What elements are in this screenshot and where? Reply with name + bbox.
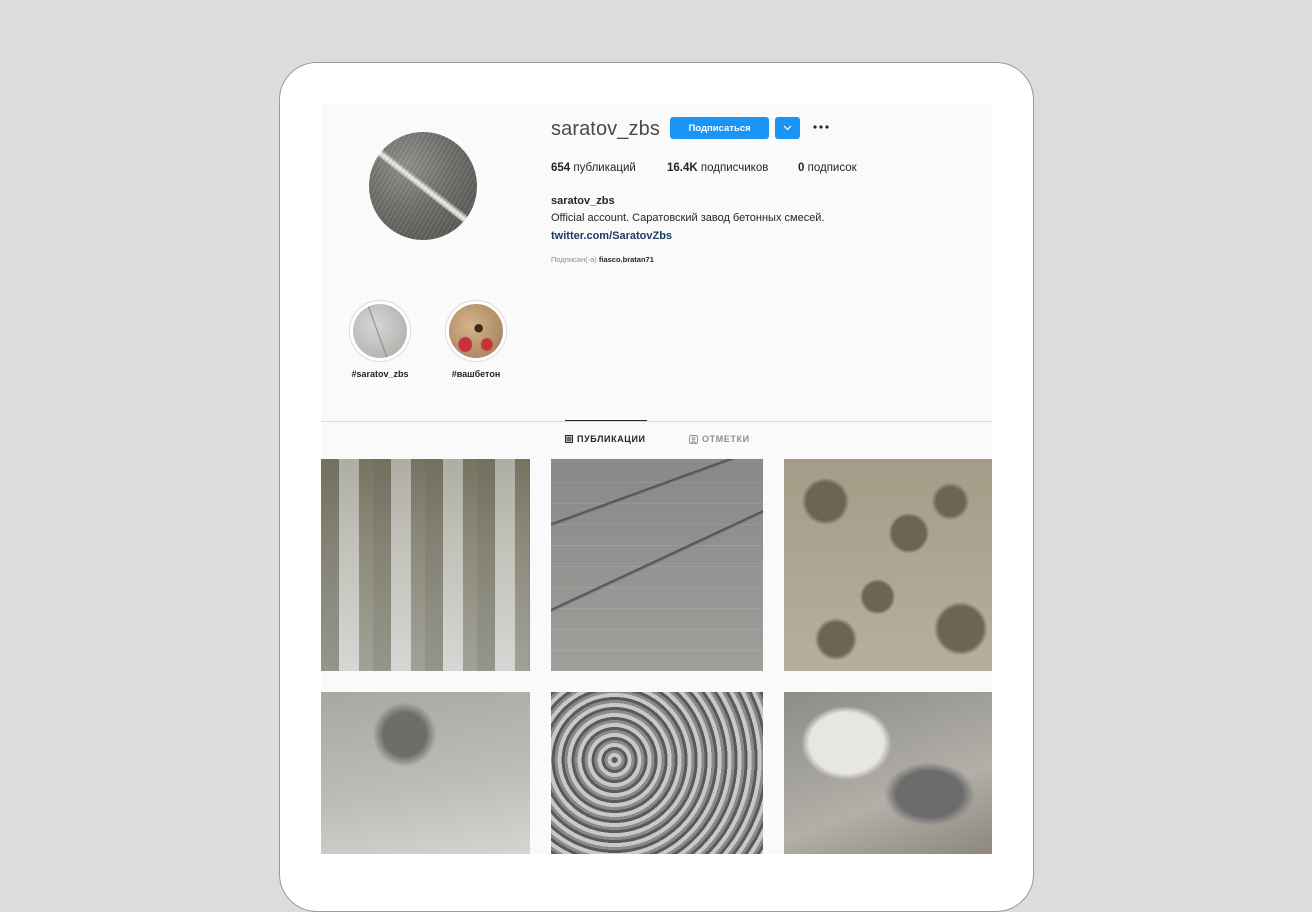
active-tab-indicator [565,420,647,421]
posts-count: 654 [551,162,571,174]
bio-name: saratov_zbs [551,195,615,207]
followed-by-prefix: Подписан(-а) [551,255,597,264]
highlight-label: #вашбетон [451,369,501,379]
bio-text: Official account. Саратовский завод бето… [551,212,825,224]
chevron-down-icon [783,125,792,131]
post-thumbnail[interactable] [784,692,992,854]
more-options-icon [813,125,829,129]
followers-stat[interactable]: 16.4K подписчиков [667,162,768,174]
profile-avatar[interactable] [369,132,477,240]
follow-button[interactable]: Подписаться [670,117,769,139]
tab-posts[interactable]: ПУБЛИКАЦИИ [565,434,646,444]
followed-by-user[interactable]: fiasco.bratan71 [599,255,654,264]
more-options-button[interactable] [812,118,830,136]
highlight-cover [353,304,407,358]
following-count: 0 [798,162,805,174]
profile-screen: saratov_zbs Подписаться 654 публикаций 1… [321,104,992,854]
suggestions-dropdown-button[interactable] [775,117,800,139]
tagged-icon [689,434,698,444]
followers-label: подписчиков [700,162,769,174]
grid-icon [565,435,573,443]
highlight-item[interactable]: #вашбетон [445,300,507,379]
tab-posts-label: ПУБЛИКАЦИИ [577,434,646,444]
bio-link[interactable]: twitter.com/SaratovZbs [551,230,672,242]
highlight-ring [349,300,411,362]
post-thumbnail[interactable] [321,692,530,854]
posts-stat[interactable]: 654 публикаций [551,162,636,174]
posts-label: публикаций [573,162,636,174]
post-thumbnail[interactable] [784,459,992,671]
highlight-label: #saratov_zbs [351,369,409,379]
tab-tagged-label: ОТМЕТКИ [702,434,750,444]
following-stat[interactable]: 0 подписок [798,162,857,174]
tab-tagged[interactable]: ОТМЕТКИ [689,434,750,444]
highlight-item[interactable]: #saratov_zbs [349,300,411,379]
post-thumbnail[interactable] [551,692,763,854]
following-label: подписок [807,162,857,174]
highlight-ring [445,300,507,362]
highlight-cover [449,304,503,358]
followers-count: 16.4K [667,162,698,174]
followed-by: Подписан(-а) fiasco.bratan71 [551,255,654,264]
profile-username: saratov_zbs [551,118,660,140]
post-thumbnail[interactable] [321,459,530,671]
tabs-divider [321,421,992,422]
post-thumbnail[interactable] [551,459,763,671]
